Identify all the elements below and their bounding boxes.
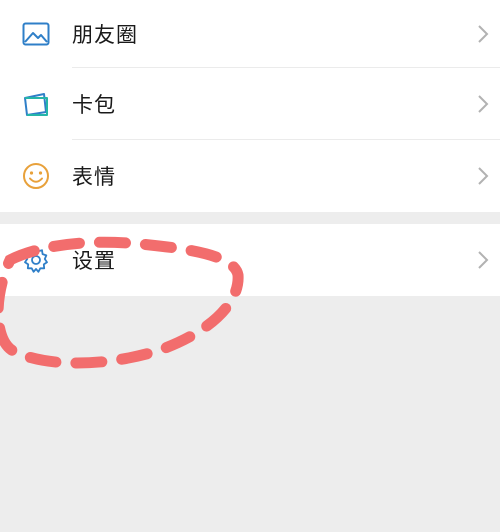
chevron-right-icon <box>478 25 489 43</box>
card-wallet-icon <box>22 90 50 118</box>
chevron-right-icon <box>478 251 489 269</box>
smiley-icon <box>22 162 50 190</box>
menu-item-card-wallet[interactable]: 卡包 <box>0 68 500 140</box>
section-gap <box>0 212 500 224</box>
menu-item-moments[interactable]: 朋友圈 <box>0 0 500 68</box>
menu-group-main: 朋友圈 卡包 表情 <box>0 0 500 212</box>
menu-item-label: 表情 <box>72 165 116 189</box>
menu-item-label: 卡包 <box>72 93 116 117</box>
moments-icon <box>22 20 50 48</box>
chevron-right-icon <box>478 167 489 185</box>
menu-item-stickers[interactable]: 表情 <box>0 140 500 212</box>
settings-label: 设置 <box>72 249 116 273</box>
menu-item-settings[interactable]: 设置 <box>0 224 500 296</box>
gear-icon <box>22 246 50 274</box>
chevron-right-icon <box>478 95 489 113</box>
menu-item-label: 朋友圈 <box>72 23 138 47</box>
